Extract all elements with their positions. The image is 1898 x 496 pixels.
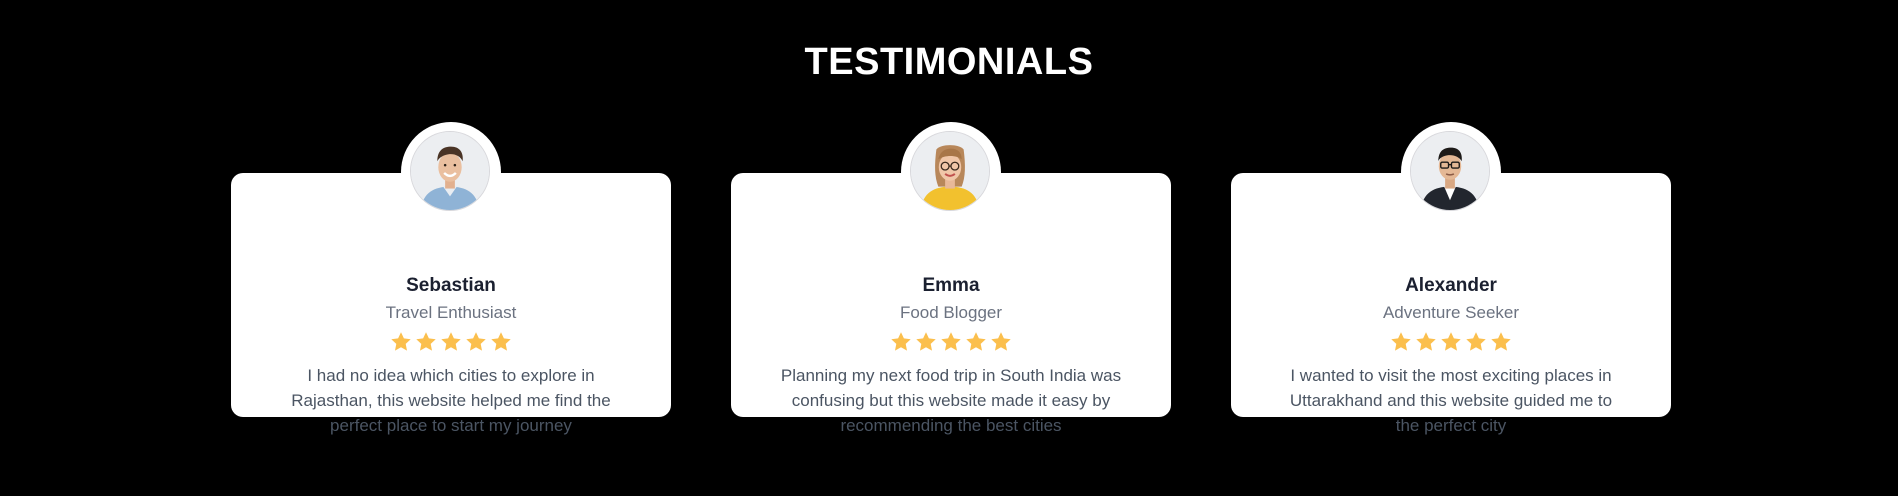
- avatar-frame: [1401, 122, 1501, 222]
- testimonial-card: Alexander Adventure Seeker I wanted to v…: [1231, 122, 1671, 435]
- section-title: TESTIMONIALS: [804, 41, 1094, 83]
- testimonial-quote: I had no idea which cities to explore in…: [291, 366, 611, 435]
- testimonial-card: Emma Food Blogger Planning my next food …: [731, 122, 1171, 435]
- avatar-frame: [401, 122, 501, 222]
- man-smiling-avatar-icon: [410, 131, 490, 211]
- star-icon: [1439, 330, 1463, 354]
- star-icon: [389, 330, 413, 354]
- star-icon: [889, 330, 913, 354]
- man-glasses-suit-avatar-icon: [1410, 131, 1490, 211]
- reviewer-role: Adventure Seeker: [1382, 303, 1520, 322]
- star-icon: [414, 330, 438, 354]
- star-icon: [939, 330, 963, 354]
- star-rating: [731, 330, 1171, 356]
- testimonial-quote: Planning my next food trip in South Indi…: [780, 366, 1122, 435]
- star-icon: [1389, 330, 1413, 354]
- star-icon: [1489, 330, 1513, 354]
- testimonial-cards: Sebastian Travel Enthusiast I had no ide…: [231, 122, 1671, 435]
- reviewer-role: Travel Enthusiast: [385, 303, 517, 322]
- testimonial-card: Sebastian Travel Enthusiast I had no ide…: [231, 122, 671, 435]
- reviewer-name: Sebastian: [406, 275, 496, 296]
- star-icon: [989, 330, 1013, 354]
- star-rating: [231, 330, 671, 356]
- star-icon: [1414, 330, 1438, 354]
- reviewer-role: Food Blogger: [899, 303, 1003, 322]
- star-icon: [914, 330, 938, 354]
- reviewer-name: Alexander: [1405, 275, 1497, 296]
- avatar-frame: [901, 122, 1001, 222]
- star-rating: [1231, 330, 1671, 356]
- testimonials-section: TESTIMONIALS Sebastian Travel Enthusiast…: [0, 0, 1898, 496]
- woman-glasses-avatar-icon: [910, 131, 990, 211]
- star-icon: [1464, 330, 1488, 354]
- star-icon: [964, 330, 988, 354]
- star-icon: [489, 330, 513, 354]
- star-icon: [439, 330, 463, 354]
- star-icon: [464, 330, 488, 354]
- reviewer-name: Emma: [922, 275, 980, 296]
- testimonial-quote: I wanted to visit the most exciting plac…: [1289, 366, 1613, 435]
